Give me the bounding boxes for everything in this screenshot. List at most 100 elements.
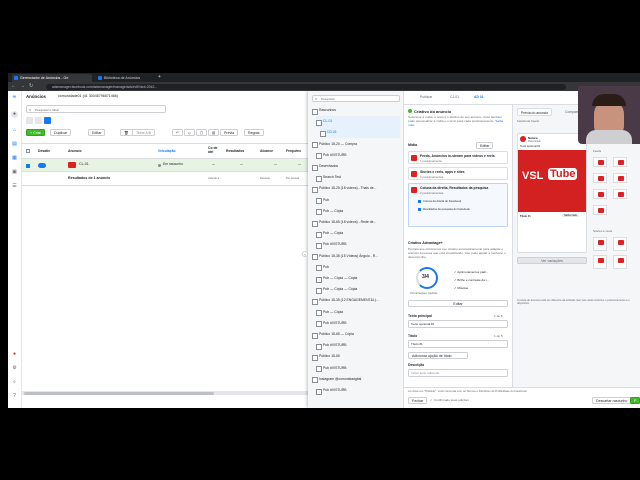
new-tab-plus-icon[interactable]: + bbox=[158, 73, 161, 82]
tree-item-checkbox[interactable] bbox=[316, 231, 322, 238]
discard-draft-button[interactable]: Descartar rascunho bbox=[592, 397, 632, 404]
sub-placement-check-icon[interactable] bbox=[418, 208, 421, 211]
tree-item-checkbox[interactable] bbox=[316, 310, 322, 317]
tree-search-input[interactable]: ⌕ Pesquisar bbox=[312, 95, 400, 102]
meta-logo-icon[interactable]: ∞ bbox=[11, 94, 18, 101]
tree-item-checkbox[interactable] bbox=[312, 220, 318, 227]
tree-item[interactable]: Público 18-65 — Cópia bbox=[312, 329, 400, 340]
browser-tab-ad-library[interactable]: Biblioteca de Anúncios bbox=[96, 74, 154, 82]
back-arrow-icon[interactable]: ← bbox=[11, 83, 16, 90]
settings-gear-icon[interactable]: ⚙ bbox=[11, 365, 18, 372]
tree-item[interactable]: Pub bbox=[316, 195, 400, 206]
placement-option-right-column[interactable]: Coluna da direita, Resultados da pesquis… bbox=[408, 183, 508, 227]
title-field[interactable]: Título #1 bbox=[408, 340, 508, 348]
placement-thumb[interactable] bbox=[613, 173, 627, 183]
chart-icon[interactable]: ▥ bbox=[208, 129, 220, 136]
tree-item-checkbox[interactable] bbox=[312, 298, 318, 305]
col-reach[interactable]: Alcance bbox=[260, 149, 280, 153]
tree-item[interactable]: Público 18-65 bbox=[312, 351, 400, 362]
tree-item[interactable]: Pub — Cópia bbox=[316, 206, 400, 217]
placement-thumb[interactable] bbox=[613, 237, 627, 251]
placement-option-stories[interactable]: Stories e reels, apps e sites 4 posicion… bbox=[408, 167, 508, 180]
tag-icon[interactable]: ◇ bbox=[184, 129, 195, 136]
campaign-tab-icon[interactable] bbox=[26, 117, 33, 124]
col-delivery[interactable]: Veiculação bbox=[158, 149, 206, 153]
edit-button[interactable]: Editar bbox=[88, 129, 106, 136]
tree-item-checkbox[interactable] bbox=[316, 265, 322, 272]
tree-item[interactable]: Público 18-35 (15 Vídeos) Ângulo - R... bbox=[312, 251, 400, 262]
duplicate-button[interactable]: Duplicar bbox=[50, 129, 72, 136]
more-variations-button[interactable]: Ver variações bbox=[517, 257, 587, 264]
rules-button[interactable]: Regras bbox=[244, 129, 264, 136]
tree-item-checkbox[interactable] bbox=[316, 287, 322, 294]
tree-item[interactable]: CD-01 bbox=[320, 127, 400, 139]
browser-tab-ads-manager[interactable]: Gerenciador de Anúncios - Ge bbox=[12, 74, 92, 82]
tree-item-checkbox[interactable] bbox=[320, 130, 326, 137]
col-attribution[interactable]: Co de atri bbox=[208, 146, 222, 154]
tree-item-checkbox[interactable] bbox=[316, 153, 322, 160]
tree-item-checkbox[interactable] bbox=[312, 142, 318, 149]
avatar[interactable]: ● bbox=[11, 111, 18, 118]
create-button[interactable]: + Criar bbox=[26, 129, 45, 136]
audience-icon[interactable]: ☰ bbox=[11, 183, 18, 190]
tree-item-checkbox[interactable] bbox=[312, 377, 318, 384]
tree-item-checkbox[interactable] bbox=[312, 108, 318, 115]
delete-icon[interactable]: 🗑 bbox=[120, 129, 133, 136]
ab-test-button[interactable]: Teste A/B bbox=[132, 129, 156, 136]
tree-item[interactable]: Pub — Cópia bbox=[316, 307, 400, 318]
home-icon[interactable]: ⌂ bbox=[11, 127, 18, 134]
tree-item-checkbox[interactable] bbox=[312, 186, 318, 193]
tree-item[interactable]: Público 18-25 (18 vídeos) - Thais de... bbox=[312, 183, 400, 194]
tree-item[interactable]: Rascunhos bbox=[312, 105, 400, 116]
tree-item[interactable]: Desenhados bbox=[312, 161, 400, 172]
tree-item[interactable]: Pub bbox=[316, 262, 400, 273]
tab-adset[interactable]: CJ-01 bbox=[450, 95, 459, 99]
preview-button[interactable]: Prévia bbox=[220, 129, 239, 136]
placement-thumb[interactable] bbox=[593, 189, 607, 199]
tree-item[interactable]: Público 18-65 (18 vídeos) - Rede de... bbox=[312, 217, 400, 228]
tree-item-checkbox[interactable] bbox=[316, 276, 322, 283]
tree-item[interactable]: Pub — Cópia bbox=[316, 228, 400, 239]
col-toggle[interactable]: Desativ bbox=[38, 149, 50, 153]
tree-item[interactable]: Público 18-20 — Compra bbox=[312, 139, 400, 150]
tree-item-checkbox[interactable] bbox=[316, 321, 322, 328]
placement-option-feeds[interactable]: Feeds, Anúncios in-stream para vídeos e … bbox=[408, 151, 508, 164]
adset-tab-icon[interactable] bbox=[35, 117, 42, 124]
tree-item-checkbox[interactable] bbox=[316, 343, 322, 350]
tree-item-checkbox[interactable] bbox=[316, 175, 322, 182]
media-edit-button[interactable]: Editar bbox=[476, 142, 494, 149]
tree-item[interactable]: Instagram @comunidadgital bbox=[312, 374, 400, 385]
tab-publish[interactable]: Publicar bbox=[420, 95, 432, 99]
tree-item[interactable]: Pub — Cópia — Cópia bbox=[316, 284, 400, 295]
row-toggle[interactable] bbox=[38, 163, 46, 168]
placement-thumb[interactable] bbox=[593, 173, 607, 183]
cta-button[interactable]: Saiba mais bbox=[562, 214, 579, 217]
grid-icon[interactable]: ▦ bbox=[11, 155, 18, 162]
placement-thumb[interactable] bbox=[593, 237, 607, 251]
placement-thumb[interactable] bbox=[593, 205, 607, 215]
placement-thumb[interactable] bbox=[593, 157, 607, 167]
select-all-checkbox[interactable] bbox=[26, 149, 30, 153]
search-filter-bar[interactable]: ⌕ Pesquisar e filtrar bbox=[26, 105, 166, 113]
tree-item-checkbox[interactable] bbox=[316, 119, 322, 126]
ad-name[interactable]: CL-01 bbox=[79, 162, 89, 166]
forward-arrow-icon[interactable]: → bbox=[20, 83, 25, 90]
undo-icon[interactable]: ↶ bbox=[172, 129, 184, 136]
placement-thumb[interactable] bbox=[593, 255, 607, 269]
tree-item-checkbox[interactable] bbox=[312, 254, 318, 261]
tools-icon[interactable]: ▣ bbox=[11, 169, 18, 176]
tree-item[interactable]: CL-01 bbox=[316, 116, 400, 128]
url-field[interactable]: adsmanager.facebook.com/adsmanager/manag… bbox=[46, 83, 566, 90]
tree-item[interactable]: Pub #VISTURB bbox=[316, 385, 400, 396]
publish-button[interactable]: Pu bbox=[630, 397, 640, 404]
tree-item[interactable]: Pub #VISTURB bbox=[316, 239, 400, 250]
tree-item[interactable]: Pub #VISTURB bbox=[316, 340, 400, 351]
ad-tab-icon[interactable] bbox=[44, 117, 51, 124]
row-checkbox[interactable] bbox=[26, 163, 30, 168]
tree-item[interactable]: Público 18-35 (12 ENGAGEMENT&L)... bbox=[312, 295, 400, 306]
add-title-option-button[interactable]: Adicionar opção de título bbox=[408, 352, 468, 359]
sub-placement-check-icon[interactable] bbox=[418, 200, 421, 203]
help-icon[interactable]: ? bbox=[11, 393, 18, 400]
table-row[interactable]: CL-01 Em rascunho — — — — bbox=[22, 159, 308, 172]
tree-item[interactable]: Pub #VISTURB bbox=[316, 318, 400, 329]
